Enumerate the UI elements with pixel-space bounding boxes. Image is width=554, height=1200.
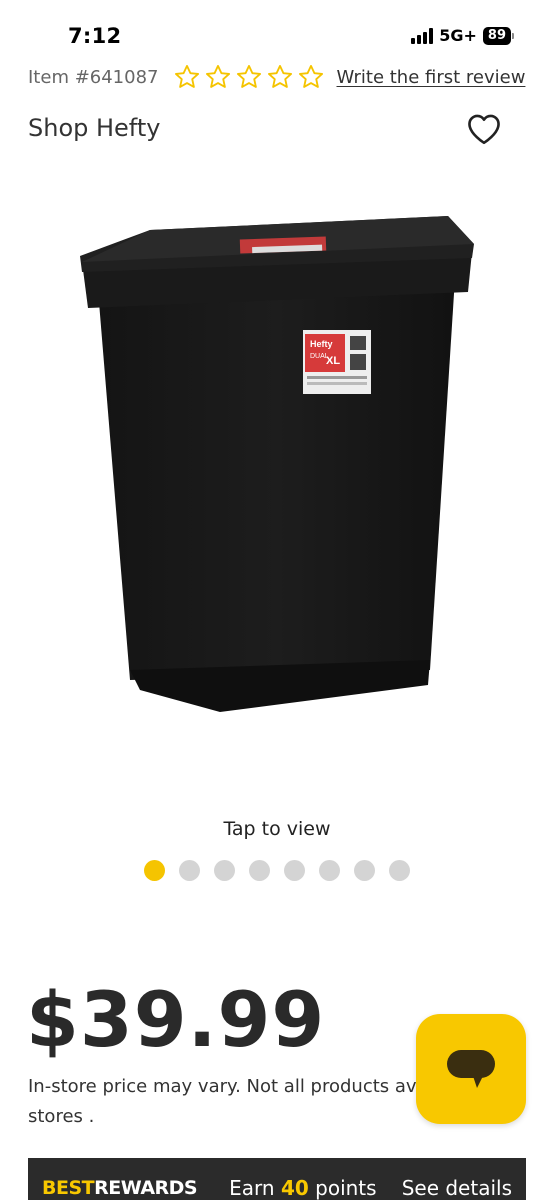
star-outline-icon — [298, 64, 323, 88]
status-bar: 7:12 5G+ 89 — [0, 0, 554, 60]
battery-icon: 89 — [482, 26, 514, 45]
item-info-row: Item #641087 Write the first review — [28, 62, 526, 92]
favorite-button[interactable] — [464, 110, 504, 148]
points-value: 40 — [280, 1176, 309, 1200]
gallery-pagination — [0, 860, 554, 881]
brand-row: Shop Hefty — [28, 110, 514, 150]
gallery-dot[interactable] — [284, 860, 305, 881]
rating-stars[interactable] — [173, 63, 325, 91]
label-brand: Hefty — [310, 339, 333, 349]
product-price: $39.99 — [26, 975, 326, 1064]
status-time: 7:12 — [68, 24, 122, 48]
see-details-link[interactable]: See details — [402, 1176, 512, 1200]
gallery-dot[interactable] — [319, 860, 340, 881]
star-outline-icon — [236, 64, 261, 88]
item-number: Item #641087 — [28, 66, 159, 88]
heart-outline-icon — [468, 114, 500, 145]
star-outline-icon — [205, 64, 230, 88]
chat-bubble-icon — [447, 1050, 495, 1088]
earn-points-text: Earn 40 points — [229, 1176, 377, 1200]
gallery-dot[interactable] — [144, 860, 165, 881]
product-label: Hefty DUAL XL — [303, 330, 371, 394]
status-indicators: 5G+ 89 — [411, 26, 514, 45]
shop-brand-link[interactable]: Shop Hefty — [28, 114, 160, 142]
write-review-link[interactable]: Write the first review — [337, 67, 526, 88]
price-disclaimer: In-store price may vary. Not all product… — [28, 1072, 428, 1132]
label-line2: XL — [326, 355, 340, 367]
rewards-banner[interactable]: BESTREWARDS Earn 40 points See details — [28, 1158, 526, 1200]
tap-to-view-label[interactable]: Tap to view — [0, 818, 554, 840]
gallery-dot[interactable] — [179, 860, 200, 881]
chat-button[interactable] — [416, 1014, 526, 1124]
star-outline-icon — [174, 64, 199, 88]
trash-can-illustration: Hefty DUAL XL — [80, 216, 474, 712]
gallery-dot[interactable] — [249, 860, 270, 881]
gallery-dot[interactable] — [214, 860, 235, 881]
battery-level: 89 — [482, 26, 511, 45]
star-outline-icon — [267, 64, 292, 88]
gallery-dot[interactable] — [354, 860, 375, 881]
signal-icon — [411, 27, 434, 44]
gallery-dot[interactable] — [389, 860, 410, 881]
price-disclaimer-line2: stores . — [28, 1106, 95, 1127]
best-rewards-logo: BESTREWARDS — [42, 1177, 198, 1199]
product-image[interactable]: Hefty DUAL XL — [70, 200, 530, 730]
price-disclaimer-line1: In-store price may vary. Not all product… — [28, 1076, 417, 1097]
network-type: 5G+ — [439, 26, 477, 45]
